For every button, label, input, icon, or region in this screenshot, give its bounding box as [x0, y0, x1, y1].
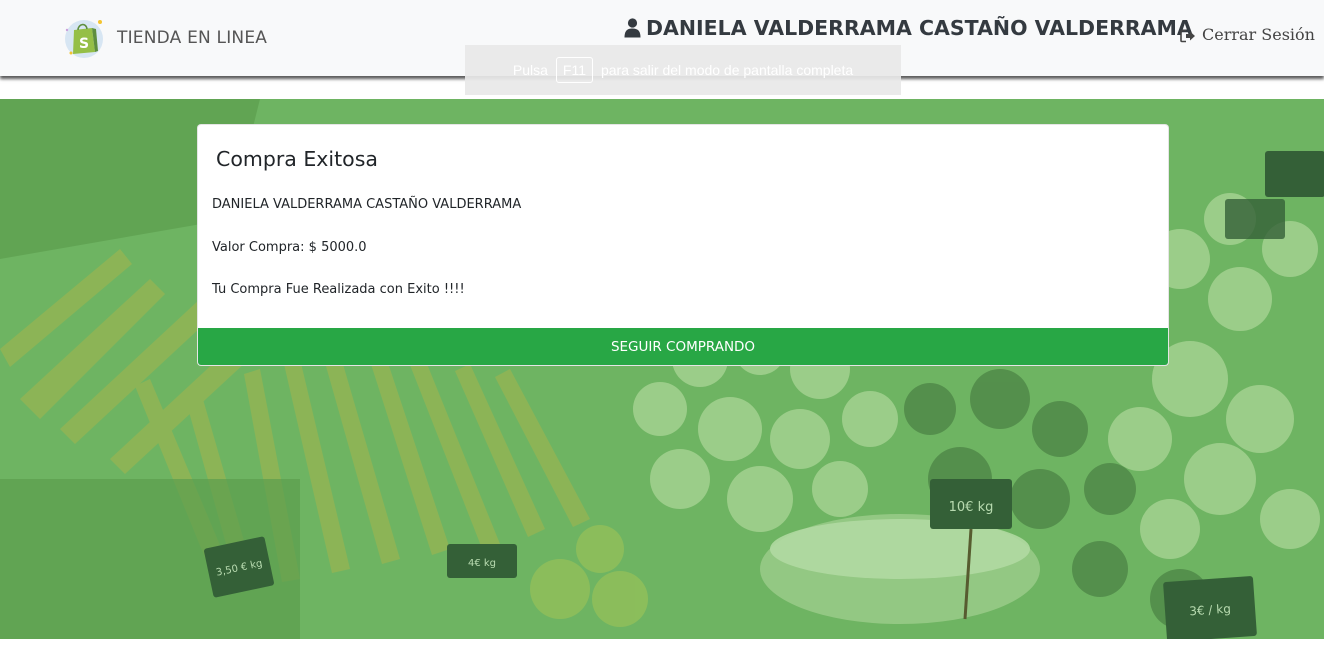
current-user: DANIELA VALDERRAMA CASTAÑO VALDERRAMA — [624, 16, 1193, 40]
customer-name: DANIELA VALDERRAMA CASTAÑO VALDERRAMA — [212, 197, 522, 212]
fullscreen-notice: Pulsa F11 para salir del modo de pantall… — [465, 45, 901, 95]
svg-text:S: S — [79, 36, 89, 52]
sign-out-icon — [1180, 28, 1196, 42]
logout-label: Cerrar Sesión — [1202, 25, 1315, 44]
shopify-bag-icon: S — [62, 16, 106, 60]
continue-shopping-button[interactable]: SEGUIR COMPRANDO — [198, 328, 1168, 365]
purchase-success-card: Compra Exitosa DANIELA VALDERRAMA CASTAÑ… — [197, 124, 1169, 366]
card-title: Compra Exitosa — [216, 147, 378, 171]
fullscreen-prefix: Pulsa — [512, 62, 548, 78]
brand[interactable]: S TIENDA EN LINEA — [62, 16, 267, 60]
brand-title: TIENDA EN LINEA — [117, 28, 268, 48]
fullscreen-suffix: para salir del modo de pantalla completa — [600, 62, 854, 78]
user-icon — [624, 18, 641, 38]
logout-link[interactable]: Cerrar Sesión — [1180, 25, 1315, 44]
purchase-value: Valor Compra: $ 5000.0 — [212, 240, 367, 255]
user-name-label: DANIELA VALDERRAMA CASTAÑO VALDERRAMA — [646, 16, 1193, 40]
success-message: Tu Compra Fue Realizada con Exito !!!! — [212, 282, 465, 297]
fullscreen-key: F11 — [555, 57, 593, 83]
